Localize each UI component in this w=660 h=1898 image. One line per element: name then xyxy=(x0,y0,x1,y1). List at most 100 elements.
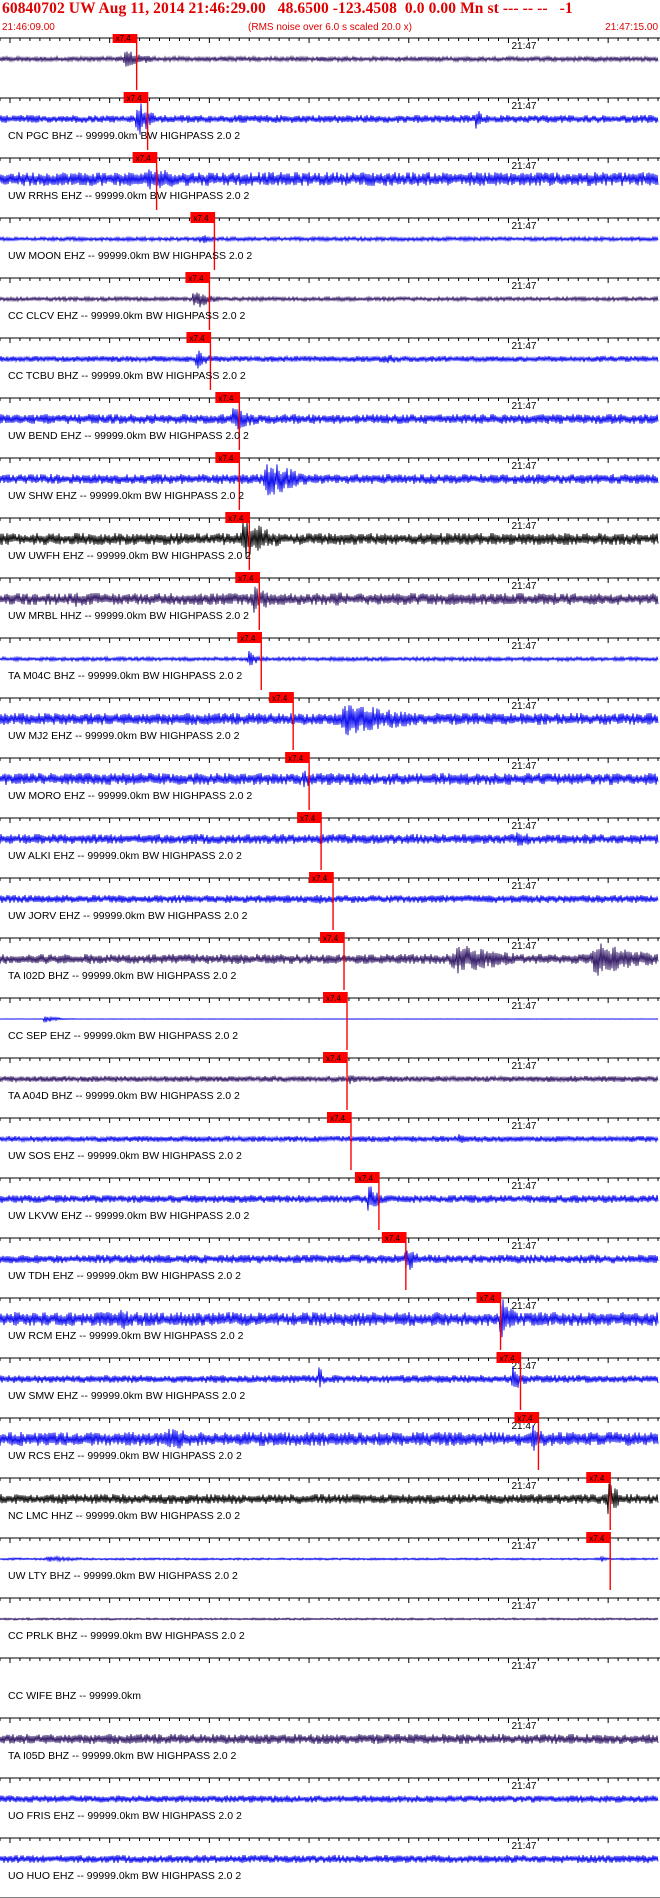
station-row: 21:47 TA I05D BHZ -- 99999.0km BW HIGHPAS… xyxy=(0,1717,660,1762)
station-label: CC PRLK BHZ -- 99999.0km BW HIGHPASS 2.0… xyxy=(8,1630,245,1642)
pick-flag-label: x7.4 xyxy=(330,1114,346,1123)
station-label: TA M04C BHZ -- 99999.0km BW HIGHPASS 2.0… xyxy=(8,670,242,682)
station-row: 21:47 x7.4 UW RRHS EHZ -- 99999.0km BW HIG… xyxy=(0,152,660,210)
station-row: 21:47 x7.4 CC TCBU BHZ -- 99999.0km BW HIG… xyxy=(0,332,660,390)
pick-flag-label: x7.4 xyxy=(480,1294,496,1303)
pick-flag-label: x7.4 xyxy=(499,1354,515,1363)
station-label: CC WIFE BHZ -- 99999.0km xyxy=(8,1690,141,1702)
pick-flag-label: x7.4 xyxy=(218,454,234,463)
waveform-trace xyxy=(0,1733,659,1745)
station-label: TA A04D BHZ -- 99999.0km BW HIGHPASS 2.0… xyxy=(8,1090,240,1102)
minute-tick-label: 21:47 xyxy=(511,1541,536,1552)
waveform-trace xyxy=(0,650,659,666)
station-label: UW ALKI EHZ -- 99999.0km BW HIGHPASS 2.0… xyxy=(8,850,242,862)
seismogram-panel: 21:47 x7.4 21:47 x7.4 CN PGC BHZ -- 99999.0k… xyxy=(0,34,660,1898)
station-row: 21:47x7.4UW RCS EHZ -- 99999.0km BW HIGH… xyxy=(0,1412,660,1470)
station-label: UW SMW EHZ -- 99999.0km BW HIGHPASS 2.0 … xyxy=(8,1390,245,1402)
minute-tick-label: 21:47 xyxy=(511,1601,536,1612)
station-row: 21:47 x7.4 TA I02D BHZ -- 99999.0km BW HIG… xyxy=(0,932,660,990)
pick-flag-label: x7.4 xyxy=(300,814,316,823)
minute-tick-label: 21:47 xyxy=(511,221,536,232)
station-row: 21:47 x7.4 UW TDH EHZ -- 99999.0km BW HIGH… xyxy=(0,1232,660,1290)
minute-tick-label: 21:47 xyxy=(511,161,536,172)
station-row: 21:47 x7.4 UW MOON EHZ -- 99999.0km BW HIG… xyxy=(0,212,660,270)
minute-tick-label: 21:47 xyxy=(511,641,536,652)
station-label: UW LTY BHZ -- 99999.0km BW HIGHPASS 2.0 … xyxy=(8,1570,238,1582)
minute-tick-label: 21:47 xyxy=(511,581,536,592)
station-row: 21:47 x7.4 CN PGC BHZ -- 99999.0km BW HIGH… xyxy=(0,92,660,150)
pick-flag-label: x7.4 xyxy=(589,1534,605,1543)
waveform-trace xyxy=(0,1366,659,1388)
waveform-trace xyxy=(0,770,659,788)
station-label: UW RCM EHZ -- 99999.0km BW HIGHPASS 2.0 … xyxy=(8,1330,244,1342)
waveform-trace xyxy=(0,1134,659,1144)
minute-tick-label: 21:47 xyxy=(511,1721,536,1732)
station-row: 21:47 x7.4 UW BEND EHZ -- 99999.0km BW HIG… xyxy=(0,392,660,450)
pick-flag-label: x7.4 xyxy=(193,214,209,223)
waveform-trace xyxy=(0,1074,659,1084)
pick-flag-label: x7.4 xyxy=(218,394,234,403)
station-label: NC LMC HHZ -- 99999.0km BW HIGHPASS 2.0 … xyxy=(8,1510,240,1522)
station-label: UW UWFH EHZ -- 99999.0km BW HIGHPASS 2.0… xyxy=(8,550,251,562)
station-row: 21:47 x7.4 UW ALKI EHZ -- 99999.0km BW HIG… xyxy=(0,812,660,870)
station-row: 21:47 x7.4 TA A04D BHZ -- 99999.0km BW HIG… xyxy=(0,1052,660,1110)
waveform-trace xyxy=(0,586,659,613)
waveform-trace xyxy=(0,1854,659,1864)
pick-flag-label: x7.4 xyxy=(312,874,328,883)
pick-flag-label: x7.4 xyxy=(240,634,256,643)
pick-flag-label: x7.4 xyxy=(358,1174,374,1183)
minute-tick-label: 21:47 xyxy=(511,701,536,712)
rms-note: (RMS noise over 6.0 s scaled 20.0 x) xyxy=(248,22,412,33)
minute-tick-label: 21:47 xyxy=(511,1301,536,1312)
station-row: 21:47 UO FRIS EHZ -- 99999.0km BW HIGHPAS… xyxy=(0,1777,660,1822)
pick-flag-label: x7.4 xyxy=(517,1414,533,1423)
pick-flag-label: x7.4 xyxy=(127,94,143,103)
end-time-label: 21:47:15.00 xyxy=(605,22,658,33)
pick-flag-label: x7.4 xyxy=(385,1234,401,1243)
station-label: UW JORV EHZ -- 99999.0km BW HIGHPASS 2.0… xyxy=(8,910,248,922)
pick-flag-label: x7.4 xyxy=(228,514,244,523)
minute-tick-label: 21:47 xyxy=(511,1001,536,1012)
station-label: UO HUO EHZ -- 99999.0km BW HIGHPASS 2.0 … xyxy=(8,1870,241,1882)
station-label: TA I02D BHZ -- 99999.0km BW HIGHPASS 2.0… xyxy=(8,970,237,982)
waveform-trace xyxy=(0,1186,659,1211)
station-label: UW MRBL HHZ -- 99999.0km BW HIGHPASS 2.0… xyxy=(8,610,249,622)
pick-flag-label: x7.4 xyxy=(189,334,205,343)
station-row: 21:47 x7.4 UW LTY BHZ -- 99999.0km BW HIGH… xyxy=(0,1532,660,1590)
station-label: UW MOON EHZ -- 99999.0km BW HIGHPASS 2.0… xyxy=(8,250,252,262)
waveform-trace xyxy=(0,1425,659,1451)
waveform-trace xyxy=(0,1554,659,1563)
station-row: 21:47 CC PRLK BHZ -- 99999.0km BW HIGHPAS… xyxy=(0,1597,660,1642)
station-row: 21:47 x7.4 xyxy=(0,34,660,90)
minute-tick-label: 21:47 xyxy=(511,761,536,772)
station-row: 21:47 x7.4 CC SEP EHZ -- 99999.0km BW HIGH… xyxy=(0,992,660,1050)
station-row: 21:47 x7.4 UW LKVW EHZ -- 99999.0km BW HIG… xyxy=(0,1172,660,1230)
minute-tick-label: 21:47 xyxy=(511,101,536,112)
station-label: UO FRIS EHZ -- 99999.0km BW HIGHPASS 2.0… xyxy=(8,1810,242,1822)
minute-tick-label: 21:47 xyxy=(511,1241,536,1252)
pick-flag-label: x7.4 xyxy=(323,934,339,943)
minute-tick-label: 21:47 xyxy=(511,401,536,412)
minute-tick-label: 21:47 xyxy=(511,1841,536,1852)
waveform-trace xyxy=(0,51,659,67)
station-row: 21:47 x7.4 UW JORV EHZ -- 99999.0km BW HIG… xyxy=(0,872,660,930)
event-title: 60840702 UW Aug 11, 2014 21:46:29.00 48.… xyxy=(2,0,573,17)
station-label: CC CLCV EHZ -- 99999.0km BW HIGHPASS 2.0… xyxy=(8,310,245,322)
station-label: UW RRHS EHZ -- 99999.0km BW HIGHPASS 2.0… xyxy=(8,190,250,202)
pick-flag-label: x7.4 xyxy=(116,34,132,43)
station-label: TA I05D BHZ -- 99999.0km BW HIGHPASS 2.0… xyxy=(8,1750,237,1762)
station-row: 21:47 UO HUO EHZ -- 99999.0km BW HIGHPASS… xyxy=(0,1837,660,1882)
waveform-trace xyxy=(0,350,659,369)
minute-tick-label: 21:47 xyxy=(511,821,536,832)
station-label: CC TCBU BHZ -- 99999.0km BW HIGHPASS 2.0… xyxy=(8,370,246,382)
minute-tick-label: 21:47 xyxy=(511,461,536,472)
station-label: UW LKVW EHZ -- 99999.0km BW HIGHPASS 2.0… xyxy=(8,1210,250,1222)
minute-tick-label: 21:47 xyxy=(511,1061,536,1072)
waveform-trace xyxy=(0,1794,659,1804)
station-row: 21:47x7.4UW SMW EHZ -- 99999.0km BW HIGH… xyxy=(0,1352,660,1410)
pick-flag-label: x7.4 xyxy=(589,1474,605,1483)
waveform-trace xyxy=(0,832,659,846)
station-label: UW SOS EHZ -- 99999.0km BW HIGHPASS 2.0 … xyxy=(8,1150,242,1162)
station-row: 21:47 x7.4 UW UWFH EHZ -- 99999.0km BW HIG… xyxy=(0,512,660,570)
station-row: 21:47 x7.4 CC CLCV EHZ -- 99999.0km BW HIG… xyxy=(0,272,660,330)
